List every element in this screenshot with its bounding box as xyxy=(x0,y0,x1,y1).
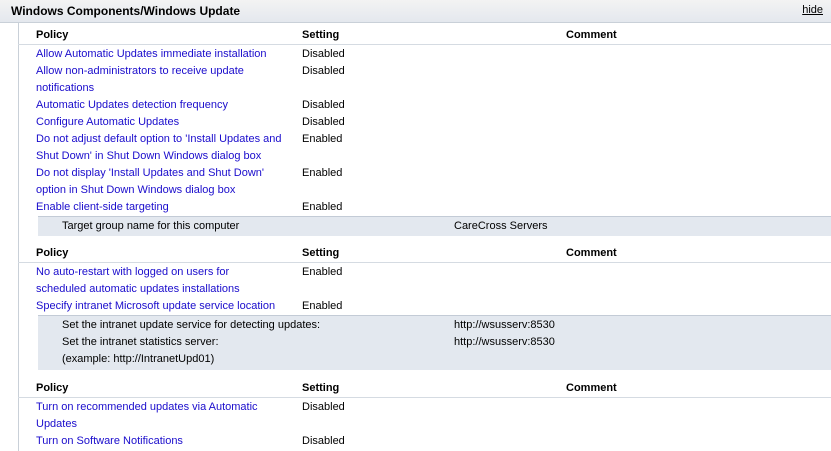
setting-value: Disabled xyxy=(302,65,345,77)
comment-column-header: Comment xyxy=(566,382,617,394)
policy-link[interactable]: Allow Automatic Updates immediate instal… xyxy=(36,46,282,63)
table-row: Turn on recommended updates via Automati… xyxy=(18,399,831,433)
table-row: Configure Automatic Updates Disabled xyxy=(18,114,831,131)
table-row: Allow Automatic Updates immediate instal… xyxy=(18,46,831,63)
setting-value: Enabled xyxy=(302,300,343,312)
setting-column-header: Setting xyxy=(302,29,340,41)
policy-link[interactable]: Do not adjust default option to 'Install… xyxy=(36,131,282,165)
table-row: Allow non-administrators to receive upda… xyxy=(18,63,831,97)
setting-value: Disabled xyxy=(302,48,345,60)
table-row: Automatic Updates detection frequency Di… xyxy=(18,97,831,114)
table-row: No auto-restart with logged on users for… xyxy=(18,264,831,298)
table-row: Do not display 'Install Updates and Shut… xyxy=(18,165,831,199)
policy-link[interactable]: Specify intranet Microsoft update servic… xyxy=(36,298,282,315)
table-header: Policy Setting Comment xyxy=(18,246,831,263)
setting-value: Disabled xyxy=(302,401,345,413)
table-row: Enable client-side targeting Enabled xyxy=(18,199,831,216)
policy-link[interactable]: Turn on Software Notifications xyxy=(36,433,282,450)
policy-column-header: Policy xyxy=(36,247,69,259)
option-note: (example: http://IntranetUpd01) xyxy=(62,353,215,365)
option-value: CareCross Servers xyxy=(454,220,548,232)
setting-value: Enabled xyxy=(302,167,343,179)
policy-options-panel: Target group name for this computer Care… xyxy=(38,216,831,236)
table-row: Specify intranet Microsoft update servic… xyxy=(18,298,831,315)
option-value: http://wsusserv:8530 xyxy=(454,319,555,331)
comment-column-header: Comment xyxy=(566,29,617,41)
option-label: Set the intranet statistics server: xyxy=(62,336,219,348)
setting-value: Enabled xyxy=(302,266,343,278)
section-title: Windows Components/Windows Update xyxy=(11,4,241,18)
option-value: http://wsusserv:8530 xyxy=(454,336,555,348)
policy-link[interactable]: Turn on recommended updates via Automati… xyxy=(36,399,282,433)
setting-value: Disabled xyxy=(302,116,345,128)
option-label: Target group name for this computer xyxy=(62,220,240,232)
hide-link[interactable]: hide xyxy=(802,4,823,16)
policy-link[interactable]: Configure Automatic Updates xyxy=(36,114,282,131)
setting-value: Enabled xyxy=(302,133,343,145)
policy-options-panel: Set the intranet update service for dete… xyxy=(38,315,831,370)
policy-column-header: Policy xyxy=(36,382,69,394)
policy-link[interactable]: Enable client-side targeting xyxy=(36,199,282,216)
setting-column-header: Setting xyxy=(302,247,340,259)
policy-link[interactable]: Automatic Updates detection frequency xyxy=(36,97,282,114)
section-header: Windows Components/Windows Update hide xyxy=(0,0,831,23)
setting-column-header: Setting xyxy=(302,382,340,394)
table-row: Turn on Software Notifications Disabled xyxy=(18,433,831,450)
policy-link[interactable]: Allow non-administrators to receive upda… xyxy=(36,63,282,97)
setting-value: Disabled xyxy=(302,99,345,111)
table-row: Do not adjust default option to 'Install… xyxy=(18,131,831,165)
policy-link[interactable]: No auto-restart with logged on users for… xyxy=(36,264,282,298)
comment-column-header: Comment xyxy=(566,247,617,259)
policy-column-header: Policy xyxy=(36,29,69,41)
setting-value: Disabled xyxy=(302,435,345,447)
policy-link[interactable]: Do not display 'Install Updates and Shut… xyxy=(36,165,282,199)
option-label: Set the intranet update service for dete… xyxy=(62,319,321,331)
table-header: Policy Setting Comment xyxy=(18,381,831,398)
setting-value: Enabled xyxy=(302,201,343,213)
table-header: Policy Setting Comment xyxy=(18,28,831,45)
